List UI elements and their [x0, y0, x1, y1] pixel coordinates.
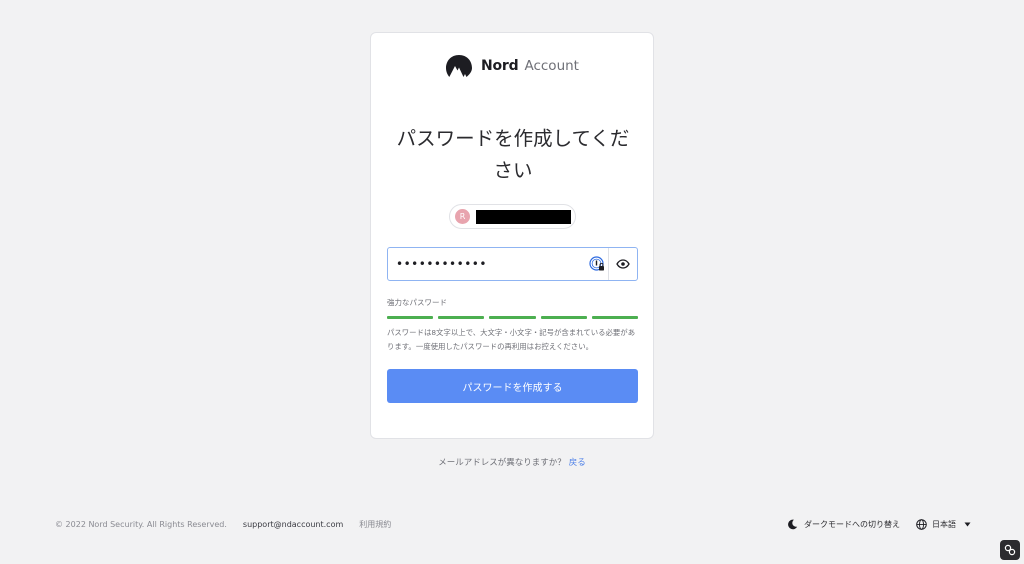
email-change-question: メールアドレスが異なりますか？ [438, 458, 566, 468]
avatar: R [455, 209, 470, 224]
terms-link[interactable]: 利用規約 [359, 519, 391, 530]
support-email-link[interactable]: support@ndaccount.com [243, 520, 343, 529]
account-email-pill: R [449, 204, 576, 229]
nord-account-logo[interactable]: Nord Account [445, 52, 579, 80]
language-label: 日本語 [932, 520, 956, 529]
dark-mode-label: ダークモードへの切り替え [804, 520, 900, 529]
dark-mode-toggle[interactable]: ダークモードへの切り替え [787, 519, 900, 530]
password-input[interactable]: •••••••••••• [388, 257, 586, 271]
go-back-link[interactable]: 戻る [569, 458, 586, 468]
strength-segment [489, 316, 536, 319]
password-manager-icon[interactable] [586, 248, 608, 280]
page-title-line2: さい [493, 159, 533, 182]
password-requirements-hint: パスワードは8文字以上で、大文字・小文字・記号が含まれている必要があります。一度… [387, 328, 636, 351]
create-password-button[interactable]: パスワードを作成する [387, 369, 638, 403]
language-selector[interactable]: 日本語 [916, 519, 971, 530]
strength-segment [540, 316, 587, 319]
email-change-prompt: メールアドレスが異なりますか？ 戻る [0, 456, 1024, 468]
globe-icon [916, 519, 927, 530]
page-title: パスワードを作成してくだ さい [371, 123, 655, 187]
footer-left: © 2022 Nord Security. All Rights Reserve… [55, 519, 391, 530]
brand-name: Nord [481, 58, 519, 74]
extension-corner-button[interactable] [1000, 540, 1020, 560]
password-field[interactable]: •••••••••••• [387, 247, 638, 281]
footer-right: ダークモードへの切り替え 日本語 [787, 519, 971, 530]
copyright-text: © 2022 Nord Security. All Rights Reserve… [55, 520, 227, 529]
caret-down-icon [964, 522, 971, 527]
nord-mountain-icon [446, 55, 472, 77]
password-strength-label: 強力なパスワード [387, 298, 447, 307]
strength-segment [438, 316, 485, 319]
password-strength-meter [387, 316, 639, 319]
strength-segment [387, 316, 434, 319]
moon-icon [788, 519, 798, 530]
show-password-button[interactable] [608, 248, 637, 280]
redacted-email [476, 209, 571, 224]
eye-icon [616, 259, 630, 269]
signup-card: Nord Account パスワードを作成してくだ さい R •••••••••… [370, 32, 654, 439]
page-title-line1: パスワードを作成してくだ [396, 127, 630, 150]
strength-segment [591, 316, 639, 319]
link-chain-icon [1004, 544, 1016, 556]
brand-subtitle: Account [524, 58, 579, 74]
